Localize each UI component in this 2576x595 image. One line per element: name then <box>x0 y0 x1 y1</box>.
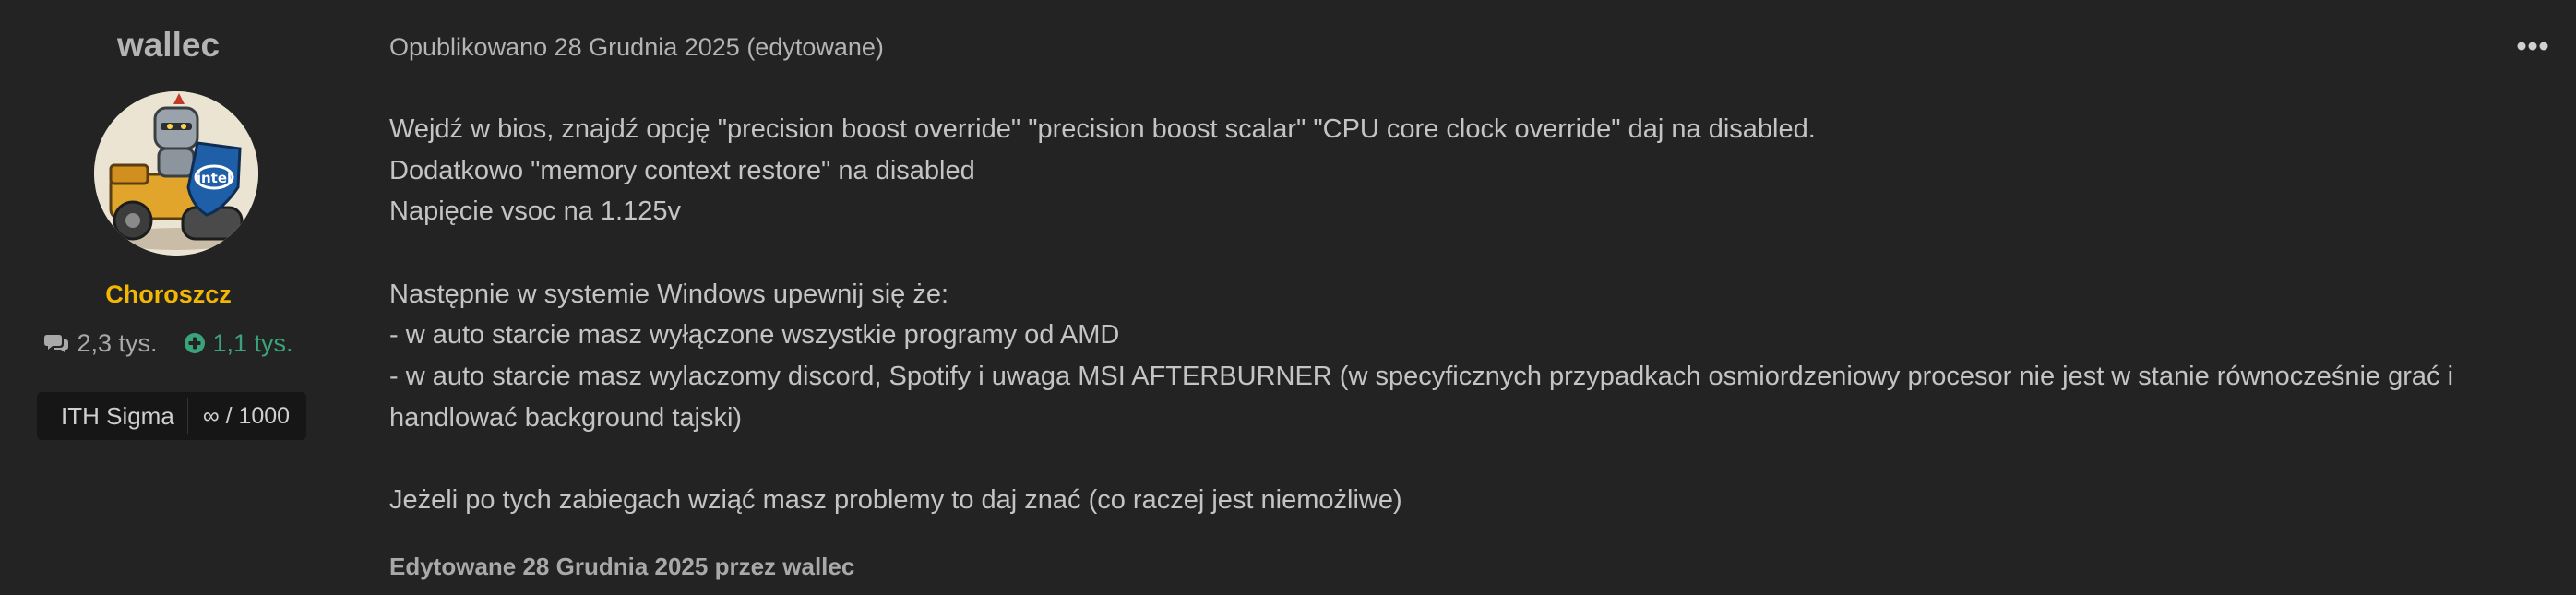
edited-flag: (edytowane) <box>746 33 884 61</box>
post-meta: Opublikowano 28 Grudnia 2025 (edytowane) <box>389 31 884 63</box>
author-username[interactable]: wallec <box>0 24 337 66</box>
author-stats: 2,3 tys. 1,1 tys. <box>0 327 337 359</box>
comments-icon <box>43 332 69 354</box>
post-line: handlować background tajski) <box>389 402 743 433</box>
reputation-count-value: 1,1 tys. <box>212 329 293 357</box>
posts-count-value: 2,3 tys. <box>77 329 158 357</box>
reputation-count[interactable]: 1,1 tys. <box>184 327 293 359</box>
post-body: Wejdź w bios, znajdź opcję "precision bo… <box>389 109 2539 521</box>
rank-title: ITH Sigma <box>61 402 174 430</box>
author-panel: wallec intel Choroszcz 2,3 tys. 1,1 tys.… <box>0 0 337 595</box>
avatar-badge-text: intel <box>197 170 232 186</box>
published-date[interactable]: 28 Grudnia 2025 <box>555 33 740 61</box>
more-options-button[interactable] <box>2514 33 2551 59</box>
post-line: Napięcie vsoc na 1.125v <box>389 196 681 227</box>
post-line: Jeżeli po tych zabiegach wziąć masz prob… <box>389 485 1402 516</box>
published-label: Opublikowano <box>389 33 548 61</box>
avatar[interactable]: intel <box>94 91 258 256</box>
post-line: Wejdź w bios, znajdź opcję "precision bo… <box>389 114 1816 144</box>
post-line: - w auto starcie masz wylaczomy discord,… <box>389 362 2454 392</box>
knight-robot-mascot-icon: intel <box>94 91 258 256</box>
forum-post: wallec intel Choroszcz 2,3 tys. 1,1 tys.… <box>0 0 2576 595</box>
plus-circle-icon <box>184 332 206 354</box>
rank-points: ∞ / 1000 <box>202 403 291 429</box>
posts-count: 2,3 tys. <box>43 327 158 359</box>
author-group: Choroszcz <box>105 280 232 308</box>
post-line: Dodatkowo "memory context restore" na di… <box>389 155 975 185</box>
post-line: - w auto starcie masz wyłączone wszystki… <box>389 320 1120 351</box>
post-line: Następnie w systemie Windows upewnij się… <box>389 279 949 309</box>
ellipsis-icon <box>2517 42 2548 51</box>
edited-note: Edytowane 28 Grudnia 2025 przez wallec <box>389 553 855 580</box>
rank-badge[interactable]: ITH Sigma ∞ / 1000 <box>37 392 307 440</box>
